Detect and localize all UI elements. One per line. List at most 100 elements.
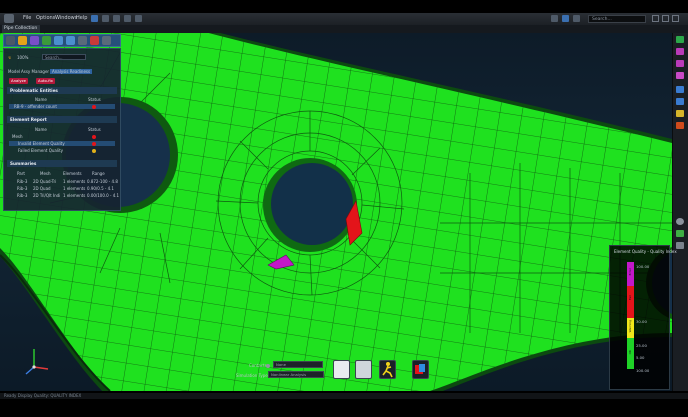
triad-icon [25, 349, 49, 375]
contacts-select[interactable]: None [273, 361, 323, 368]
repair-icon[interactable] [54, 36, 63, 45]
materials-icon[interactable] [676, 48, 684, 55]
tab-assy-manager[interactable]: Assy Manager [21, 69, 49, 74]
status-strip [0, 393, 688, 399]
mesh-preview-icon[interactable] [355, 360, 372, 379]
legend-segment-fail [627, 286, 634, 318]
search-input[interactable]: Search... [588, 15, 646, 23]
summary-mesh: 2D Tri/Qlt Indi [33, 193, 61, 198]
constraints-icon[interactable] [676, 72, 684, 79]
tab-analysis-readiness[interactable]: Analysis Readiness [50, 69, 93, 74]
menu-options[interactable]: Options [36, 15, 55, 21]
contacts-label: Contacts [249, 363, 267, 368]
connections-icon[interactable] [676, 98, 684, 105]
summary-part: Rib-3 [17, 179, 28, 184]
help-icon[interactable] [573, 15, 580, 22]
panel-search-input[interactable]: Search... [42, 54, 86, 60]
legend-label-ok: OK [628, 350, 632, 355]
autofix-button[interactable]: Auto-fix [36, 78, 55, 84]
summary-col-part: Part [17, 171, 25, 176]
summary-mesh: 2D Quad [33, 186, 51, 191]
document-tab-bar [0, 25, 688, 33]
legend-tick: 25.00 [636, 343, 647, 348]
settings-icon[interactable] [676, 242, 684, 249]
save-icon[interactable] [113, 15, 120, 22]
maximize-icon[interactable] [662, 15, 669, 22]
analyze-icon[interactable] [18, 36, 27, 45]
summary-range: 0.872-100 - 4.8 [87, 179, 118, 184]
legend-tick: 100.00 [636, 264, 650, 269]
results-icon[interactable] [676, 122, 684, 129]
analyze-button[interactable]: Analyze [9, 78, 28, 84]
element-col-status: Status [88, 127, 101, 132]
layers-icon[interactable] [676, 230, 684, 237]
mesh-tool-icon[interactable] [30, 36, 39, 45]
new-icon[interactable] [91, 15, 98, 22]
merge-icon[interactable] [78, 36, 87, 45]
zoom-icon: ↯ [8, 55, 12, 60]
contacts-icon [266, 363, 270, 368]
close-icon[interactable] [672, 15, 679, 22]
summary-mesh: 2D Quad-Tri [33, 179, 57, 184]
app-icon[interactable] [4, 14, 14, 23]
summary-col-mesh: Mesh [40, 171, 51, 176]
delete-icon[interactable] [90, 36, 99, 45]
invalid-status-icon [92, 141, 96, 146]
legend-tick: 100.00 [636, 368, 650, 373]
minimize-icon[interactable] [652, 15, 659, 22]
summary-part: Rib-3 [17, 186, 28, 191]
select-icon[interactable] [6, 36, 15, 45]
legend-label-warning: Warning [628, 320, 632, 333]
legend-label-fail: Fail [628, 295, 632, 300]
summary-col-elements: Elements [63, 171, 82, 176]
summary-elements: 1 elements [63, 186, 86, 191]
summary-part: Rib-3 [17, 193, 28, 198]
menu-windows[interactable]: Windows [55, 15, 77, 21]
summary-elements: 1 elements [63, 179, 86, 184]
undo-icon[interactable] [124, 15, 131, 22]
element-col-name: Name [35, 127, 47, 132]
mesh-icon[interactable] [676, 110, 684, 117]
model-icon[interactable] [676, 36, 684, 43]
open-icon[interactable] [102, 15, 109, 22]
element-row-failed[interactable]: Failed Element Quality [18, 148, 63, 153]
problematic-title: Problematic Entities [10, 88, 58, 93]
split-icon[interactable] [66, 36, 75, 45]
menu-help[interactable]: Help [76, 15, 87, 21]
run-simulation-icon[interactable] [379, 360, 396, 379]
more-icon[interactable] [102, 36, 111, 45]
zoom-value: 100% [17, 55, 29, 60]
contacts-icon[interactable] [676, 86, 684, 93]
element-row-mesh[interactable]: Mesh [12, 134, 23, 139]
results-viewer-icon[interactable] [412, 360, 429, 379]
problematic-col-name: Name [35, 97, 47, 102]
simulation-type-label: Simulation Type [236, 373, 268, 378]
pin-icon[interactable] [551, 15, 558, 22]
window-top-strip [0, 0, 688, 13]
loads-icon[interactable] [676, 60, 684, 67]
tab-model[interactable]: Model [8, 69, 20, 74]
tab-pipe-collection[interactable]: Pipe Collection * [2, 25, 40, 39]
legend-title: Element Quality - Quality Index [614, 249, 677, 254]
report-icon[interactable] [333, 360, 350, 379]
summary-range: 0.00/100.0 - 4.1 [87, 193, 120, 198]
center-hole [271, 163, 353, 245]
summary-title: Summaries [10, 161, 37, 166]
error-badge-icon [92, 104, 96, 109]
element-report-title: Element Report [10, 117, 47, 122]
mesh-status-icon [92, 134, 96, 139]
legend-label-error: Error [628, 268, 632, 276]
status-text: Ready Display Quality: QUALITY INDEX [4, 393, 82, 398]
simulation-type-select[interactable]: Nonlinear Analysis [268, 371, 324, 378]
redo-icon[interactable] [135, 15, 142, 22]
menu-file[interactable]: File [23, 15, 31, 21]
legend-tick: 30.00 [636, 319, 647, 324]
view-icon[interactable] [676, 218, 684, 225]
check-icon[interactable] [42, 36, 51, 45]
legend-tick: 5.00 [636, 355, 645, 360]
warning-status-icon [92, 148, 96, 153]
summary-range: 0.90/0.5 - 4.1 [87, 186, 114, 191]
summary-col-range: Range [92, 171, 105, 176]
layout-icon[interactable] [562, 15, 569, 22]
summary-elements: 1 elements [63, 193, 86, 198]
